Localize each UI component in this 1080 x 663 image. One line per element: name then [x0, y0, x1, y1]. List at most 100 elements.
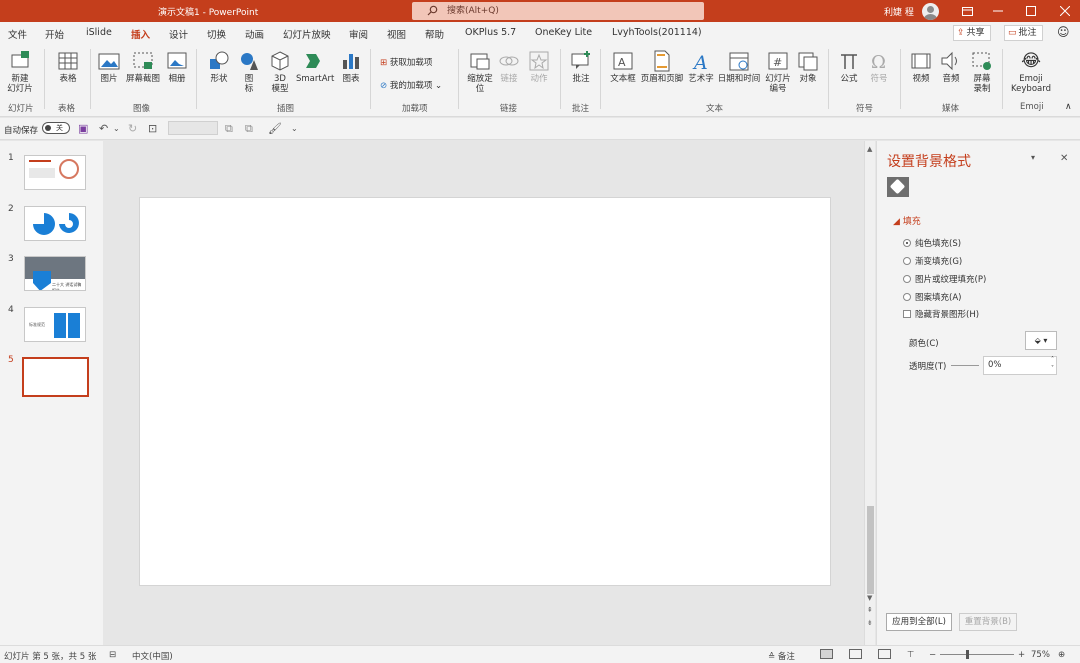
tab-home[interactable]: 开始: [45, 27, 64, 41]
minimize-icon[interactable]: [988, 2, 1008, 20]
group-objects-icon[interactable]: ⧉: [225, 122, 233, 136]
maximize-icon[interactable]: [1021, 2, 1041, 20]
zoom-button[interactable]: 缩放定 位: [465, 50, 495, 94]
user-name[interactable]: 利婕 程: [884, 5, 914, 18]
zoom-slider-knob[interactable]: [966, 650, 969, 659]
reading-view-icon[interactable]: [878, 649, 891, 659]
slide-number-button[interactable]: # 幻灯片 编号: [764, 50, 792, 94]
close-icon[interactable]: [1055, 2, 1075, 20]
tab-insert[interactable]: 插入: [129, 27, 152, 46]
tab-transitions[interactable]: 切换: [207, 27, 226, 41]
start-from-beginning-icon[interactable]: ⊡: [148, 122, 157, 135]
3d-model-button[interactable]: 3D 模型: [268, 50, 292, 94]
transparency-slider[interactable]: [951, 365, 979, 366]
audio-button[interactable]: 音频: [940, 50, 962, 84]
screenshot-button[interactable]: 屏幕截图: [124, 50, 162, 84]
search-box[interactable]: 搜索(Alt+Q): [412, 2, 704, 20]
notes-button[interactable]: ≙ 备注: [768, 650, 795, 662]
header-footer-button[interactable]: 页眉和页脚: [640, 50, 684, 84]
pane-close-icon[interactable]: ✕: [1060, 153, 1068, 164]
tab-animations[interactable]: 动画: [245, 27, 264, 41]
wordart-button[interactable]: A 艺术字: [686, 50, 716, 84]
fill-tab[interactable]: [887, 177, 909, 197]
fill-section-header[interactable]: ◢ 填充: [893, 214, 921, 227]
slide-thumbnail-2[interactable]: [24, 206, 86, 241]
tab-islide[interactable]: iSlide: [86, 27, 112, 38]
chart-button[interactable]: 图表: [340, 50, 362, 84]
gradient-fill-radio[interactable]: 渐变填充(G): [903, 255, 962, 267]
spinner-arrows-icon[interactable]: ˄ ˅: [1051, 355, 1054, 373]
video-button[interactable]: 视频: [910, 50, 932, 84]
equation-button[interactable]: 公式: [838, 50, 860, 84]
new-slide-button[interactable]: 新建 幻灯片: [4, 50, 36, 94]
transparency-input[interactable]: 0% ˄ ˅: [983, 356, 1057, 375]
zoom-slider[interactable]: [940, 654, 1014, 655]
previous-slide-icon[interactable]: ⇞: [867, 606, 873, 614]
font-combo[interactable]: [168, 121, 218, 135]
zoom-in-icon[interactable]: +: [1018, 650, 1025, 660]
autosave-toggle[interactable]: 关: [42, 122, 70, 134]
language-indicator[interactable]: 中文(中国): [132, 650, 173, 662]
link-button[interactable]: 链接: [498, 50, 520, 84]
picture-button[interactable]: 图片: [97, 50, 121, 84]
slide-thumbnail-1[interactable]: [24, 155, 86, 190]
scroll-up-icon[interactable]: ▲: [867, 145, 872, 153]
slide-thumbnail-4[interactable]: 标准规范: [24, 307, 86, 342]
redo-icon[interactable]: ↻: [128, 122, 137, 135]
avatar[interactable]: [922, 3, 939, 20]
normal-view-icon[interactable]: [820, 649, 833, 659]
comment-button[interactable]: 批注: [570, 50, 592, 84]
get-addins-button[interactable]: ⊞ 获取加载项: [380, 56, 432, 68]
color-picker-button[interactable]: ⬙ ▾: [1025, 331, 1057, 350]
save-icon[interactable]: ▣: [78, 122, 88, 135]
action-button[interactable]: 动作: [528, 50, 550, 84]
shapes-button[interactable]: 形状: [208, 50, 230, 84]
datetime-button[interactable]: 日期和时间: [716, 50, 762, 84]
screen-record-button[interactable]: 屏幕 录制: [970, 50, 994, 94]
solid-fill-radio[interactable]: 纯色填充(S): [903, 237, 961, 249]
slide-thumbnail-5[interactable]: [22, 357, 89, 397]
customize-qat-icon[interactable]: ⌄: [291, 124, 298, 133]
vertical-scrollbar[interactable]: ▲ ▼ ⇞ ⇟: [864, 141, 875, 645]
zoom-level[interactable]: 75%: [1031, 650, 1050, 660]
table-button[interactable]: 表格: [55, 50, 81, 84]
tab-view[interactable]: 视图: [387, 27, 406, 41]
tab-slideshow[interactable]: 幻灯片放映: [283, 27, 331, 41]
ribbon-display-icon[interactable]: [957, 2, 977, 20]
picture-fill-radio[interactable]: 图片或纹理填充(P): [903, 273, 986, 285]
tab-onekey[interactable]: OneKey Lite: [535, 27, 592, 38]
current-slide[interactable]: [139, 197, 831, 586]
slideshow-view-icon[interactable]: ⊤: [907, 650, 914, 660]
pane-options-icon[interactable]: ▾: [1031, 153, 1035, 162]
undo-dropdown-icon[interactable]: ⌄: [113, 124, 120, 133]
tab-help[interactable]: 帮助: [425, 27, 444, 41]
format-painter-icon[interactable]: 🖌: [268, 122, 282, 135]
tab-file[interactable]: 文件: [8, 27, 27, 41]
smiley-feedback-icon[interactable]: ☺: [1057, 25, 1070, 39]
collapse-ribbon-icon[interactable]: ∧: [1065, 102, 1072, 112]
undo-icon[interactable]: ↶: [99, 122, 108, 135]
tab-lvyhtools[interactable]: LvyhTools(201114): [612, 27, 702, 38]
textbox-button[interactable]: A 文本框: [610, 50, 636, 84]
object-button[interactable]: 对象: [796, 50, 820, 84]
smartart-button[interactable]: SmartArt: [296, 50, 334, 84]
fit-to-window-icon[interactable]: ⊕: [1058, 650, 1065, 660]
album-button[interactable]: 相册: [166, 50, 188, 84]
slide-thumbnail-3[interactable]: 二十大 讲话试稿报告: [24, 256, 86, 291]
symbol-button[interactable]: Ω 符号: [868, 50, 890, 84]
scroll-down-icon[interactable]: ▼: [867, 594, 872, 602]
share-button[interactable]: ⇪ 共享: [953, 25, 991, 41]
pattern-fill-radio[interactable]: 图案填充(A): [903, 291, 961, 303]
tab-review[interactable]: 审阅: [349, 27, 368, 41]
apply-to-all-button[interactable]: 应用到全部(L): [886, 613, 952, 631]
spelling-check-icon[interactable]: ⊟: [109, 650, 116, 660]
icons-button[interactable]: 图 标: [238, 50, 260, 94]
emoji-keyboard-button[interactable]: 😂 Emoji Keyboard: [1008, 50, 1054, 94]
ungroup-objects-icon[interactable]: ⧉: [245, 122, 253, 136]
slide-sorter-view-icon[interactable]: [849, 649, 862, 659]
hide-background-checkbox[interactable]: 隐藏背景图形(H): [903, 308, 979, 320]
tab-okplus[interactable]: OKPlus 5.7: [465, 27, 516, 38]
comments-button[interactable]: ▭ 批注: [1004, 25, 1043, 41]
tab-design[interactable]: 设计: [169, 27, 188, 41]
zoom-out-icon[interactable]: −: [929, 650, 936, 660]
